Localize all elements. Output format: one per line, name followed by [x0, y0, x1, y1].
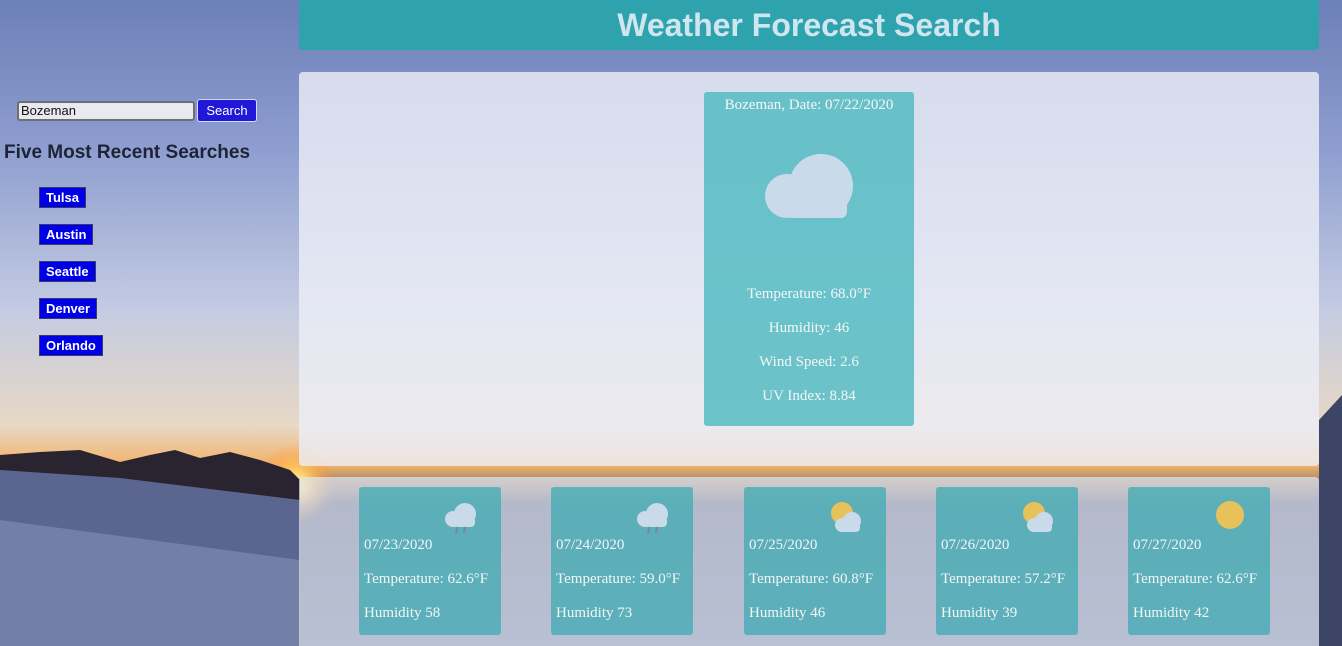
current-weather-card: Bozeman, Date: 07/22/2020 Temperature: 6… — [704, 92, 914, 426]
forecast-temperature: Temperature: 57.2°F — [941, 571, 1066, 587]
current-temperature: Temperature: 68.0°F — [746, 286, 872, 302]
current-wind-speed: Wind Speed: 2.6 — [759, 354, 859, 370]
forecast-humidity: Humidity 73 — [556, 605, 633, 621]
recent-city-button-seattle[interactable]: Seattle — [39, 261, 96, 282]
current-humidity: Humidity: 46 — [768, 320, 850, 336]
forecast-date: 07/25/2020 — [749, 537, 818, 553]
recent-searches-title: Five Most Recent Searches — [4, 142, 251, 163]
forecast-humidity: Humidity 42 — [1133, 605, 1210, 621]
forecast-card: 07/27/2020 Temperature: 62.6°F Humidity … — [1128, 487, 1270, 635]
page-header: Weather Forecast Search — [299, 0, 1319, 50]
rain-cloud-icon — [445, 503, 476, 534]
page-title: Weather Forecast Search — [617, 6, 1001, 43]
forecast-humidity: Humidity 39 — [941, 605, 1018, 621]
forecast-date: 07/23/2020 — [364, 537, 433, 553]
current-uv-index: UV Index: 8.84 — [762, 388, 856, 404]
current-city-date: Bozeman, Date: 07/22/2020 — [724, 97, 894, 113]
partly-cloudy-icon — [1023, 502, 1053, 532]
search-input[interactable]: Bozeman — [17, 101, 195, 121]
sidebar: Bozeman Search Five Most Recent Searches… — [0, 0, 290, 646]
forecast-temperature: Temperature: 59.0°F — [556, 571, 681, 587]
recent-city-button-orlando[interactable]: Orlando — [39, 335, 103, 356]
forecast-card: 07/26/2020 Temperature: 57.2°F Humidity … — [936, 487, 1078, 635]
forecast-temperature: Temperature: 60.8°F — [749, 571, 874, 587]
sun-icon — [1216, 501, 1244, 529]
forecast-card: 07/25/2020 Temperature: 60.8°F Humidity … — [744, 487, 886, 635]
forecast-humidity: Humidity 58 — [364, 605, 441, 621]
recent-city-button-denver[interactable]: Denver — [39, 298, 98, 319]
forecast-card: 07/23/2020 Temperature: 62.6°F Humidity … — [359, 487, 501, 635]
search-button[interactable]: Search — [197, 99, 257, 122]
forecast-temperature: Temperature: 62.6°F — [1133, 571, 1258, 587]
forecast-temperature: Temperature: 62.6°F — [364, 571, 489, 587]
current-weather-panel: Bozeman, Date: 07/22/2020 Temperature: 6… — [299, 72, 1319, 466]
forecast-card: 07/24/2020 Temperature: 59.0°F Humidity … — [551, 487, 693, 635]
recent-city-button-austin[interactable]: Austin — [39, 224, 94, 245]
recent-city-button-tulsa[interactable]: Tulsa — [39, 187, 86, 208]
cloud-icon — [765, 154, 853, 218]
recent-searches-list: Tulsa Austin Seattle Denver Orlando — [39, 187, 103, 372]
forecast-date: 07/24/2020 — [556, 537, 625, 553]
forecast-date: 07/26/2020 — [941, 537, 1010, 553]
forecast-date: 07/27/2020 — [1133, 537, 1202, 553]
rain-cloud-icon — [637, 503, 668, 534]
forecast-humidity: Humidity 46 — [749, 605, 826, 621]
forecast-panel: 07/23/2020 Temperature: 62.6°F Humidity … — [299, 477, 1319, 646]
partly-cloudy-icon — [831, 502, 861, 532]
